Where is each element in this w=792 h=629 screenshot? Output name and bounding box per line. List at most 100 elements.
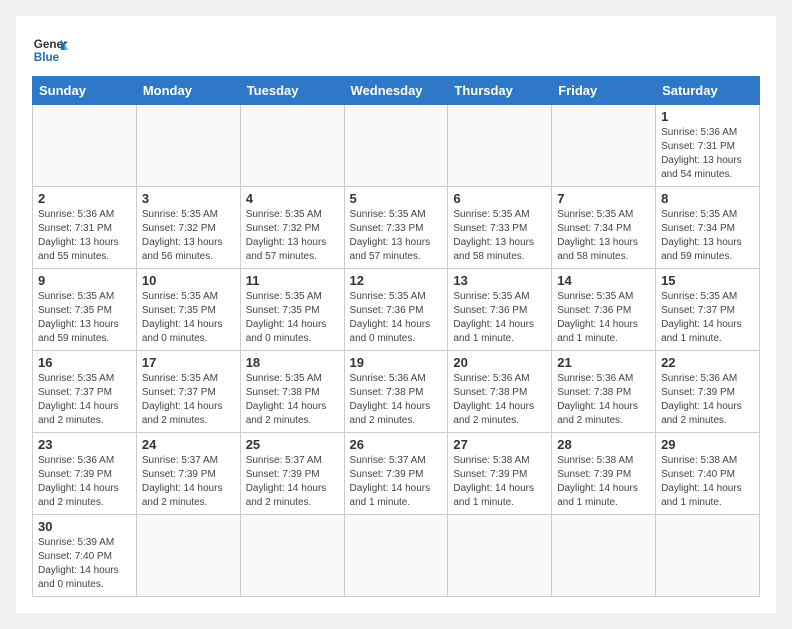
weekday-header-saturday: Saturday: [656, 77, 760, 105]
day-info: Sunrise: 5:35 AM Sunset: 7:36 PM Dayligh…: [350, 290, 443, 346]
calendar-cell: 3Sunrise: 5:35 AM Sunset: 7:32 PM Daylig…: [136, 187, 240, 269]
day-info: Sunrise: 5:35 AM Sunset: 7:37 PM Dayligh…: [661, 290, 754, 346]
day-number: 21: [557, 355, 650, 370]
header: General Blue: [32, 32, 760, 68]
day-info: Sunrise: 5:35 AM Sunset: 7:37 PM Dayligh…: [38, 372, 131, 428]
day-number: 1: [661, 109, 754, 124]
calendar-cell: [344, 105, 448, 187]
calendar-cell: [448, 105, 552, 187]
calendar-cell: [448, 515, 552, 597]
day-info: Sunrise: 5:35 AM Sunset: 7:36 PM Dayligh…: [557, 290, 650, 346]
day-info: Sunrise: 5:36 AM Sunset: 7:38 PM Dayligh…: [453, 372, 546, 428]
calendar-cell: [136, 515, 240, 597]
calendar-cell: 16 Sunrise: 5:35 AM Sunset: 7:37 PM Dayli…: [33, 351, 137, 433]
logo-icon: General Blue: [32, 32, 68, 68]
day-info: Sunrise: 5:35 AM Sunset: 7:34 PM Dayligh…: [557, 208, 650, 264]
day-number: 28: [557, 437, 650, 452]
day-info: Sunrise: 5:35 AM Sunset: 7:35 PM Dayligh…: [142, 290, 235, 346]
calendar-cell: 8 Sunrise: 5:35 AM Sunset: 7:34 PM Daylig…: [656, 187, 760, 269]
calendar-table: SundayMondayTuesdayWednesdayThursdayFrid…: [32, 76, 760, 597]
calendar-cell: 7 Sunrise: 5:35 AM Sunset: 7:34 PM Daylig…: [552, 187, 656, 269]
calendar-cell: [136, 105, 240, 187]
calendar-cell: [552, 105, 656, 187]
calendar-cell: 1 Sunrise: 5:36 AM Sunset: 7:31 PM Daylig…: [656, 105, 760, 187]
day-info: Sunrise: 5:35 AM Sunset: 7:32 PM Dayligh…: [246, 208, 339, 264]
day-info: Sunrise: 5:36 AM Sunset: 7:39 PM Dayligh…: [38, 454, 131, 510]
day-info: Sunrise: 5:35 AM Sunset: 7:35 PM Dayligh…: [246, 290, 339, 346]
page: General Blue SundayMondayTuesdayWednesda…: [16, 16, 776, 613]
day-number: 29: [661, 437, 754, 452]
day-number: 16: [38, 355, 131, 370]
day-info: Sunrise: 5:37 AM Sunset: 7:39 PM Dayligh…: [246, 454, 339, 510]
calendar-cell: 9Sunrise: 5:35 AM Sunset: 7:35 PM Daylig…: [33, 269, 137, 351]
calendar-cell: 22Sunrise: 5:36 AM Sunset: 7:39 PM Dayli…: [656, 351, 760, 433]
day-info: Sunrise: 5:36 AM Sunset: 7:31 PM Dayligh…: [38, 208, 131, 264]
calendar-cell: 5Sunrise: 5:35 AM Sunset: 7:33 PM Daylig…: [344, 187, 448, 269]
day-number: 8: [661, 191, 754, 206]
day-number: 18: [246, 355, 339, 370]
day-info: Sunrise: 5:39 AM Sunset: 7:40 PM Dayligh…: [38, 536, 131, 592]
calendar-cell: 17Sunrise: 5:35 AM Sunset: 7:37 PM Dayli…: [136, 351, 240, 433]
day-info: Sunrise: 5:35 AM Sunset: 7:34 PM Dayligh…: [661, 208, 754, 264]
day-number: 26: [350, 437, 443, 452]
day-info: Sunrise: 5:38 AM Sunset: 7:40 PM Dayligh…: [661, 454, 754, 510]
calendar-cell: 23 Sunrise: 5:36 AM Sunset: 7:39 PM Dayli…: [33, 433, 137, 515]
day-info: Sunrise: 5:35 AM Sunset: 7:33 PM Dayligh…: [453, 208, 546, 264]
day-info: Sunrise: 5:36 AM Sunset: 7:38 PM Dayligh…: [557, 372, 650, 428]
weekday-header-monday: Monday: [136, 77, 240, 105]
day-number: 2: [38, 191, 131, 206]
calendar-cell: [33, 105, 137, 187]
day-info: Sunrise: 5:36 AM Sunset: 7:31 PM Dayligh…: [661, 126, 754, 182]
logo: General Blue: [32, 32, 68, 68]
calendar-cell: 21 Sunrise: 5:36 AM Sunset: 7:38 PM Dayli…: [552, 351, 656, 433]
calendar-cell: 29 Sunrise: 5:38 AM Sunset: 7:40 PM Dayli…: [656, 433, 760, 515]
day-number: 15: [661, 273, 754, 288]
day-info: Sunrise: 5:35 AM Sunset: 7:33 PM Dayligh…: [350, 208, 443, 264]
calendar-cell: 30Sunrise: 5:39 AM Sunset: 7:40 PM Dayli…: [33, 515, 137, 597]
calendar-cell: [344, 515, 448, 597]
calendar-cell: 10Sunrise: 5:35 AM Sunset: 7:35 PM Dayli…: [136, 269, 240, 351]
calendar-cell: 28 Sunrise: 5:38 AM Sunset: 7:39 PM Dayli…: [552, 433, 656, 515]
calendar-week-row: 16 Sunrise: 5:35 AM Sunset: 7:37 PM Dayli…: [33, 351, 760, 433]
calendar-cell: 11 Sunrise: 5:35 AM Sunset: 7:35 PM Dayli…: [240, 269, 344, 351]
calendar-week-row: 9Sunrise: 5:35 AM Sunset: 7:35 PM Daylig…: [33, 269, 760, 351]
calendar-cell: 19 Sunrise: 5:36 AM Sunset: 7:38 PM Dayli…: [344, 351, 448, 433]
day-number: 7: [557, 191, 650, 206]
calendar-cell: 6 Sunrise: 5:35 AM Sunset: 7:33 PM Daylig…: [448, 187, 552, 269]
day-number: 11: [246, 273, 339, 288]
day-number: 17: [142, 355, 235, 370]
calendar-cell: [240, 105, 344, 187]
day-info: Sunrise: 5:35 AM Sunset: 7:38 PM Dayligh…: [246, 372, 339, 428]
day-number: 6: [453, 191, 546, 206]
weekday-header-wednesday: Wednesday: [344, 77, 448, 105]
day-info: Sunrise: 5:38 AM Sunset: 7:39 PM Dayligh…: [453, 454, 546, 510]
calendar-cell: 25 Sunrise: 5:37 AM Sunset: 7:39 PM Dayli…: [240, 433, 344, 515]
day-number: 13: [453, 273, 546, 288]
day-number: 27: [453, 437, 546, 452]
calendar-cell: 26 Sunrise: 5:37 AM Sunset: 7:39 PM Dayli…: [344, 433, 448, 515]
day-info: Sunrise: 5:38 AM Sunset: 7:39 PM Dayligh…: [557, 454, 650, 510]
day-info: Sunrise: 5:35 AM Sunset: 7:35 PM Dayligh…: [38, 290, 131, 346]
calendar-cell: [552, 515, 656, 597]
calendar-week-row: 30Sunrise: 5:39 AM Sunset: 7:40 PM Dayli…: [33, 515, 760, 597]
calendar-cell: 27 Sunrise: 5:38 AM Sunset: 7:39 PM Dayli…: [448, 433, 552, 515]
day-number: 4: [246, 191, 339, 206]
day-info: Sunrise: 5:37 AM Sunset: 7:39 PM Dayligh…: [350, 454, 443, 510]
day-number: 23: [38, 437, 131, 452]
calendar-cell: 24 Sunrise: 5:37 AM Sunset: 7:39 PM Dayli…: [136, 433, 240, 515]
day-number: 22: [661, 355, 754, 370]
weekday-header-row: SundayMondayTuesdayWednesdayThursdayFrid…: [33, 77, 760, 105]
calendar-cell: 12Sunrise: 5:35 AM Sunset: 7:36 PM Dayli…: [344, 269, 448, 351]
day-info: Sunrise: 5:36 AM Sunset: 7:38 PM Dayligh…: [350, 372, 443, 428]
day-number: 25: [246, 437, 339, 452]
calendar-week-row: 1 Sunrise: 5:36 AM Sunset: 7:31 PM Daylig…: [33, 105, 760, 187]
weekday-header-tuesday: Tuesday: [240, 77, 344, 105]
calendar-week-row: 2 Sunrise: 5:36 AM Sunset: 7:31 PM Daylig…: [33, 187, 760, 269]
day-number: 19: [350, 355, 443, 370]
day-number: 24: [142, 437, 235, 452]
calendar-cell: 18 Sunrise: 5:35 AM Sunset: 7:38 PM Dayli…: [240, 351, 344, 433]
calendar-cell: 15 Sunrise: 5:35 AM Sunset: 7:37 PM Dayli…: [656, 269, 760, 351]
weekday-header-friday: Friday: [552, 77, 656, 105]
day-info: Sunrise: 5:37 AM Sunset: 7:39 PM Dayligh…: [142, 454, 235, 510]
calendar-cell: 4 Sunrise: 5:35 AM Sunset: 7:32 PM Daylig…: [240, 187, 344, 269]
